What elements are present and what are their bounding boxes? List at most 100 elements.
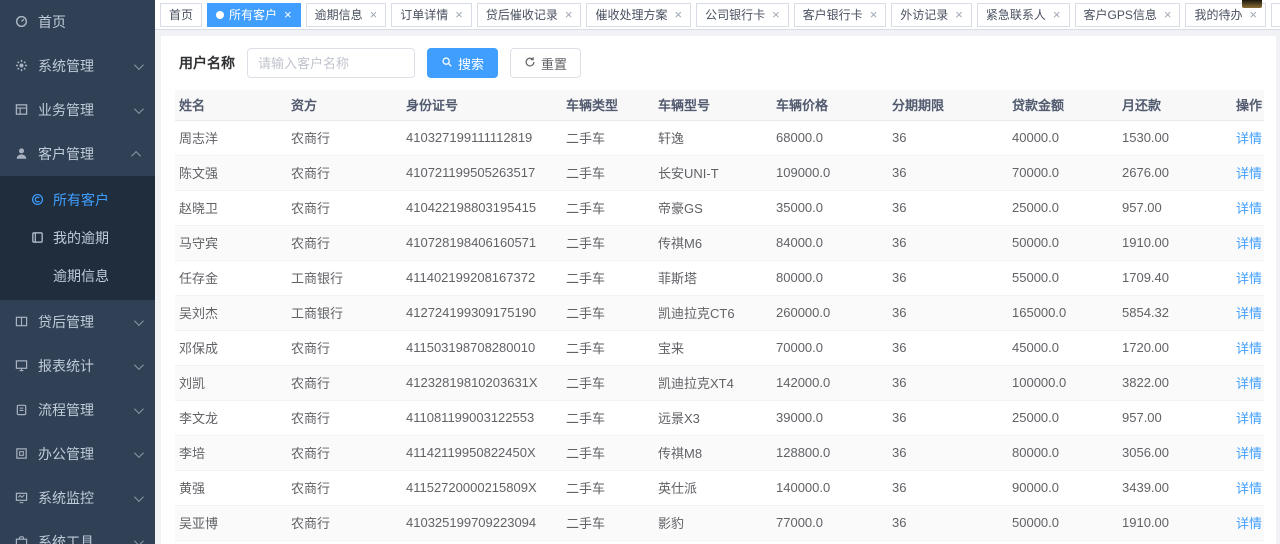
table-row: 黄强农商行41152720000215809X二手车英仕派140000.0369… — [175, 470, 1264, 505]
report-icon — [15, 359, 29, 373]
tab-customer-gps[interactable]: 客户GPS信息 × — [1075, 3, 1181, 27]
cell-vehicle-model: 轩逸 — [654, 120, 772, 155]
close-icon[interactable]: × — [772, 8, 780, 21]
col-loan-amount: 贷款金额 — [1008, 90, 1118, 120]
app-window: 首页系统管理业务管理客户管理所有客户我的逾期逾期信息贷后管理报表统计流程管理办公… — [0, 0, 1280, 544]
cell-vehicle-price: 39000.0 — [772, 400, 888, 435]
cell-vehicle-type: 二手车 — [562, 400, 654, 435]
cell-vehicle-price: 77000.0 — [772, 505, 888, 540]
cell-vehicle-model: 卡罗拉 — [654, 540, 772, 544]
tab-visit-record[interactable]: 外访记录× — [891, 3, 972, 27]
tab-all-customers[interactable]: 所有客户× — [207, 3, 301, 27]
tab-overdue-info[interactable]: 逾期信息× — [306, 3, 387, 27]
cell-vehicle-model: 菲斯塔 — [654, 260, 772, 295]
cell-term: 36 — [888, 260, 1008, 295]
tab-my-process[interactable]: 我的流程× — [1271, 3, 1280, 27]
reset-button-label: 重置 — [541, 54, 567, 73]
cell-vehicle-price: 80000.0 — [772, 260, 888, 295]
cell-action: 详情 — [1226, 400, 1264, 435]
close-icon[interactable]: × — [1164, 8, 1172, 21]
cell-term: 36 — [888, 470, 1008, 505]
table-row: 马守宾农商行410728198406160571二手车传祺M684000.036… — [175, 225, 1264, 260]
cell-funder: 农商行 — [287, 225, 402, 260]
cell-term: 36 — [888, 330, 1008, 365]
col-vehicle-price: 车辆价格 — [772, 90, 888, 120]
sidebar: 首页系统管理业务管理客户管理所有客户我的逾期逾期信息贷后管理报表统计流程管理办公… — [0, 0, 155, 544]
copyright-icon — [31, 193, 45, 207]
sidebar-subitem-overdue-info[interactable]: 逾期信息 — [0, 257, 155, 295]
sidebar-item-business[interactable]: 业务管理 — [0, 88, 155, 132]
cell-loan-amount: 55000.0 — [1008, 260, 1118, 295]
close-icon[interactable]: × — [674, 8, 682, 21]
sidebar-item-label: 首页 — [38, 12, 66, 32]
tab-customer-bank-card[interactable]: 客户银行卡× — [794, 3, 887, 27]
detail-link[interactable]: 详情 — [1236, 516, 1262, 531]
cell-name: 吴亚博 — [175, 505, 287, 540]
search-button[interactable]: 搜索 — [427, 48, 498, 78]
sidebar-subitem-label: 逾期信息 — [53, 266, 109, 286]
sidebar-item-label: 流程管理 — [38, 400, 94, 420]
sidebar-item-customer[interactable]: 客户管理 — [0, 132, 155, 176]
sidebar-item-process[interactable]: 流程管理 — [0, 388, 155, 432]
close-icon[interactable]: × — [955, 8, 963, 21]
close-icon[interactable]: × — [455, 8, 463, 21]
close-icon[interactable]: × — [565, 8, 573, 21]
cell-vehicle-type: 二手车 — [562, 365, 654, 400]
sidebar-item-monitor[interactable]: 系统监控 — [0, 476, 155, 520]
detail-link[interactable]: 详情 — [1236, 306, 1262, 321]
detail-link[interactable]: 详情 — [1236, 446, 1262, 461]
sidebar-item-tools[interactable]: 系统工具 — [0, 520, 155, 544]
process-icon — [15, 403, 29, 417]
tab-collection-plan[interactable]: 催收处理方案× — [586, 3, 691, 27]
book-icon — [31, 231, 45, 245]
close-icon[interactable]: × — [870, 8, 878, 21]
cell-vehicle-type: 二手车 — [562, 435, 654, 470]
close-icon[interactable]: × — [284, 8, 292, 21]
detail-link[interactable]: 详情 — [1236, 411, 1262, 426]
sidebar-item-home[interactable]: 首页 — [0, 0, 155, 44]
detail-link[interactable]: 详情 — [1236, 341, 1262, 356]
close-icon[interactable]: × — [1053, 8, 1061, 21]
detail-link[interactable]: 详情 — [1236, 166, 1262, 181]
cell-funder: 农商行 — [287, 505, 402, 540]
tab-order-detail[interactable]: 订单详情× — [391, 3, 472, 27]
avatar-partial[interactable] — [1242, 0, 1262, 8]
sidebar-item-loan[interactable]: 贷后管理 — [0, 300, 155, 344]
main-area: 首页所有客户×逾期信息×订单详情×贷后催收记录×催收处理方案×公司银行卡×客户银… — [155, 0, 1280, 544]
cell-vehicle-model: 长安UNI-T — [654, 155, 772, 190]
tab-home[interactable]: 首页 — [160, 3, 202, 27]
cell-monthly-payment: 1910.00 — [1118, 505, 1226, 540]
tab-company-bank-card[interactable]: 公司银行卡× — [696, 3, 789, 27]
tools-icon — [15, 535, 29, 544]
col-funder: 资方 — [287, 90, 402, 120]
tab-label: 首页 — [169, 6, 193, 23]
cell-monthly-payment: 957.00 — [1118, 400, 1226, 435]
search-field-label: 用户名称 — [179, 53, 235, 73]
cell-term — [888, 540, 1008, 544]
cell-name: 任存金 — [175, 260, 287, 295]
cell-monthly-payment: 1910.00 — [1118, 225, 1226, 260]
sidebar-item-report[interactable]: 报表统计 — [0, 344, 155, 388]
cell-monthly-payment: 2676.00 — [1118, 155, 1226, 190]
sidebar-subitem-all-customers[interactable]: 所有客户 — [0, 181, 155, 219]
detail-link[interactable]: 详情 — [1236, 481, 1262, 496]
tab-label: 客户GPS信息 — [1084, 6, 1157, 23]
detail-link[interactable]: 详情 — [1236, 236, 1262, 251]
detail-link[interactable]: 详情 — [1236, 376, 1262, 391]
reset-button[interactable]: 重置 — [510, 48, 581, 78]
close-icon[interactable]: × — [1249, 8, 1257, 21]
detail-link[interactable]: 详情 — [1236, 271, 1262, 286]
cell-funder: 工商银行 — [287, 260, 402, 295]
tab-collection-record[interactable]: 贷后催收记录× — [477, 3, 582, 27]
customer-name-input[interactable] — [247, 48, 415, 78]
cell-id-number: 412724199309175190 — [402, 295, 562, 330]
sidebar-item-office[interactable]: 办公管理 — [0, 432, 155, 476]
sidebar-item-system[interactable]: 系统管理 — [0, 44, 155, 88]
sidebar-subitem-my-overdue[interactable]: 我的逾期 — [0, 219, 155, 257]
detail-link[interactable]: 详情 — [1236, 201, 1262, 216]
cell-loan-amount: 100000.0 — [1008, 365, 1118, 400]
close-icon[interactable]: × — [370, 8, 378, 21]
detail-link[interactable]: 详情 — [1236, 131, 1262, 146]
tab-emergency-contact[interactable]: 紧急联系人× — [977, 3, 1070, 27]
table-row: 赵晓卫农商行410422198803195415二手车帝豪GS35000.036… — [175, 190, 1264, 225]
